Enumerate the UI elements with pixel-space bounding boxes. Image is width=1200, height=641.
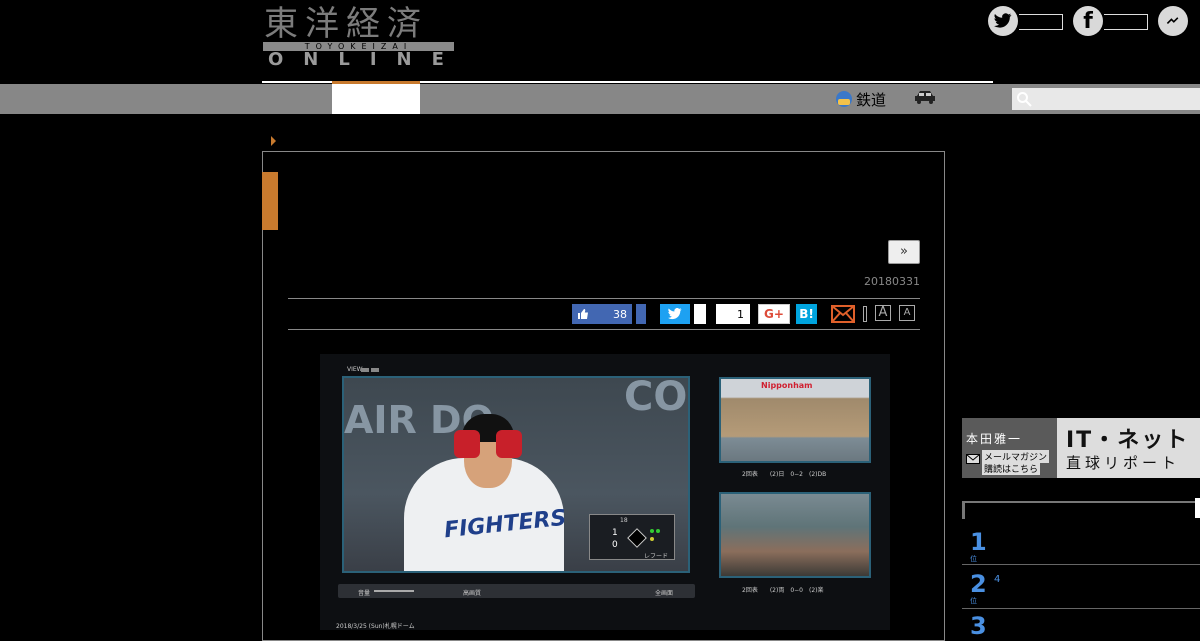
sub-video-2-caption: 2回表 (2)両 0−0 (2)楽: [742, 587, 824, 594]
ranking-item-1[interactable]: 1 位: [970, 530, 987, 564]
sub-video-1-banner: Nipponham: [761, 381, 813, 390]
ball-lamp: [650, 529, 654, 533]
site-logo-kanji[interactable]: 東洋経済: [264, 4, 428, 44]
tweet-count-box: [694, 304, 706, 324]
share-rule-top: [288, 298, 920, 299]
ranking-header: [962, 501, 1200, 519]
nav-item-railway[interactable]: 鉄道: [836, 86, 886, 112]
car-icon[interactable]: [914, 90, 936, 104]
facebook-like-button[interactable]: 38: [572, 304, 632, 324]
nav-item-railway-label: 鉄道: [856, 90, 887, 109]
banner-mail-icon: [966, 454, 980, 464]
volume-label[interactable]: 音量: [358, 588, 370, 597]
ball-lamp: [656, 529, 660, 533]
site-logo-online: ONLINE: [268, 49, 464, 70]
score-top: 1: [612, 528, 618, 538]
stadium-sign-right: CO: [624, 376, 688, 420]
fullscreen-button[interactable]: 全画面: [655, 588, 673, 597]
font-size-large-button[interactable]: A: [875, 305, 891, 321]
article-title-accent: [262, 172, 278, 230]
article-date: 20180331: [864, 275, 920, 288]
like-count-tail: [636, 304, 646, 324]
share-count-box: 1: [716, 304, 750, 324]
share-separator: [863, 306, 867, 322]
banner-subtitle: 直球リポート: [1066, 454, 1181, 472]
main-video: AIR DO CO FIGHTERS 18 1 0 レフード: [342, 376, 690, 573]
font-size-small-button[interactable]: A: [899, 305, 915, 321]
score-label: レフード: [644, 553, 669, 560]
facebook-count: [1104, 14, 1148, 30]
score-bottom: 0: [612, 540, 618, 550]
facebook-icon[interactable]: f: [1073, 6, 1103, 36]
broadcast-date: 2018/3/25 (Sun)札幌ドーム: [336, 623, 415, 630]
quality-button[interactable]: 高画質: [463, 588, 481, 597]
score-pitch: 18: [620, 517, 628, 524]
twitter-bird-icon: [668, 308, 682, 320]
ranking-item-3[interactable]: 3: [970, 614, 987, 638]
ranking-item-2[interactable]: 2 位: [970, 572, 987, 606]
google-plus-button[interactable]: G+: [758, 304, 790, 324]
nav-active-indicator: [332, 81, 420, 84]
nav-active-tab[interactable]: [332, 84, 420, 114]
banner-line2: 購読はこちら: [982, 462, 1041, 475]
view-switch-1: [361, 368, 369, 372]
search-icon: [1017, 92, 1032, 107]
player-glove-left: [454, 430, 480, 458]
ranking-divider: [962, 608, 1200, 609]
scoreboard: 18 1 0 レフード: [589, 514, 675, 560]
mail-icon[interactable]: [831, 305, 855, 323]
ranking-number: 3: [970, 612, 987, 640]
twitter-icon[interactable]: [988, 6, 1018, 36]
strike-lamp: [650, 537, 654, 541]
ranking-divider: [962, 564, 1200, 565]
volume-slider[interactable]: [374, 590, 414, 592]
sub-video-2[interactable]: [719, 492, 871, 578]
breadcrumb-arrow-icon: [271, 136, 276, 146]
ranking-number: 1: [970, 528, 987, 556]
banner-author: 本田雅一: [966, 432, 1023, 446]
messenger-icon[interactable]: [1158, 6, 1188, 36]
ranking-title-2[interactable]: 4: [994, 574, 1000, 585]
sub-video-1-caption: 2回表 (2)日 0−2 (2)DB: [742, 471, 827, 478]
hatena-bookmark-button[interactable]: B!: [796, 304, 817, 324]
video-controls: 音量 高画質 全画面: [338, 584, 695, 598]
like-count: 38: [613, 307, 627, 321]
sub-video-1[interactable]: Nipponham: [719, 377, 871, 463]
ranking-number: 2: [970, 570, 987, 598]
train-icon: [836, 91, 852, 107]
search-input[interactable]: [1012, 88, 1200, 110]
next-page-button[interactable]: »: [888, 240, 920, 264]
banner-title: IT・ネット: [1066, 428, 1190, 453]
mail-magazine-banner[interactable]: 本田雅一 メールマガジン 購読はこちら IT・ネット 直球リポート: [962, 418, 1200, 478]
thumbs-up-icon: [578, 309, 588, 319]
ranking-tab[interactable]: [1195, 498, 1200, 518]
tweet-button[interactable]: [660, 304, 690, 324]
player-glove-right: [496, 430, 522, 458]
view-switch-2: [371, 368, 379, 372]
share-rule-bottom: [288, 329, 920, 330]
bases-diamond: [627, 528, 647, 548]
twitter-count: [1019, 14, 1063, 30]
